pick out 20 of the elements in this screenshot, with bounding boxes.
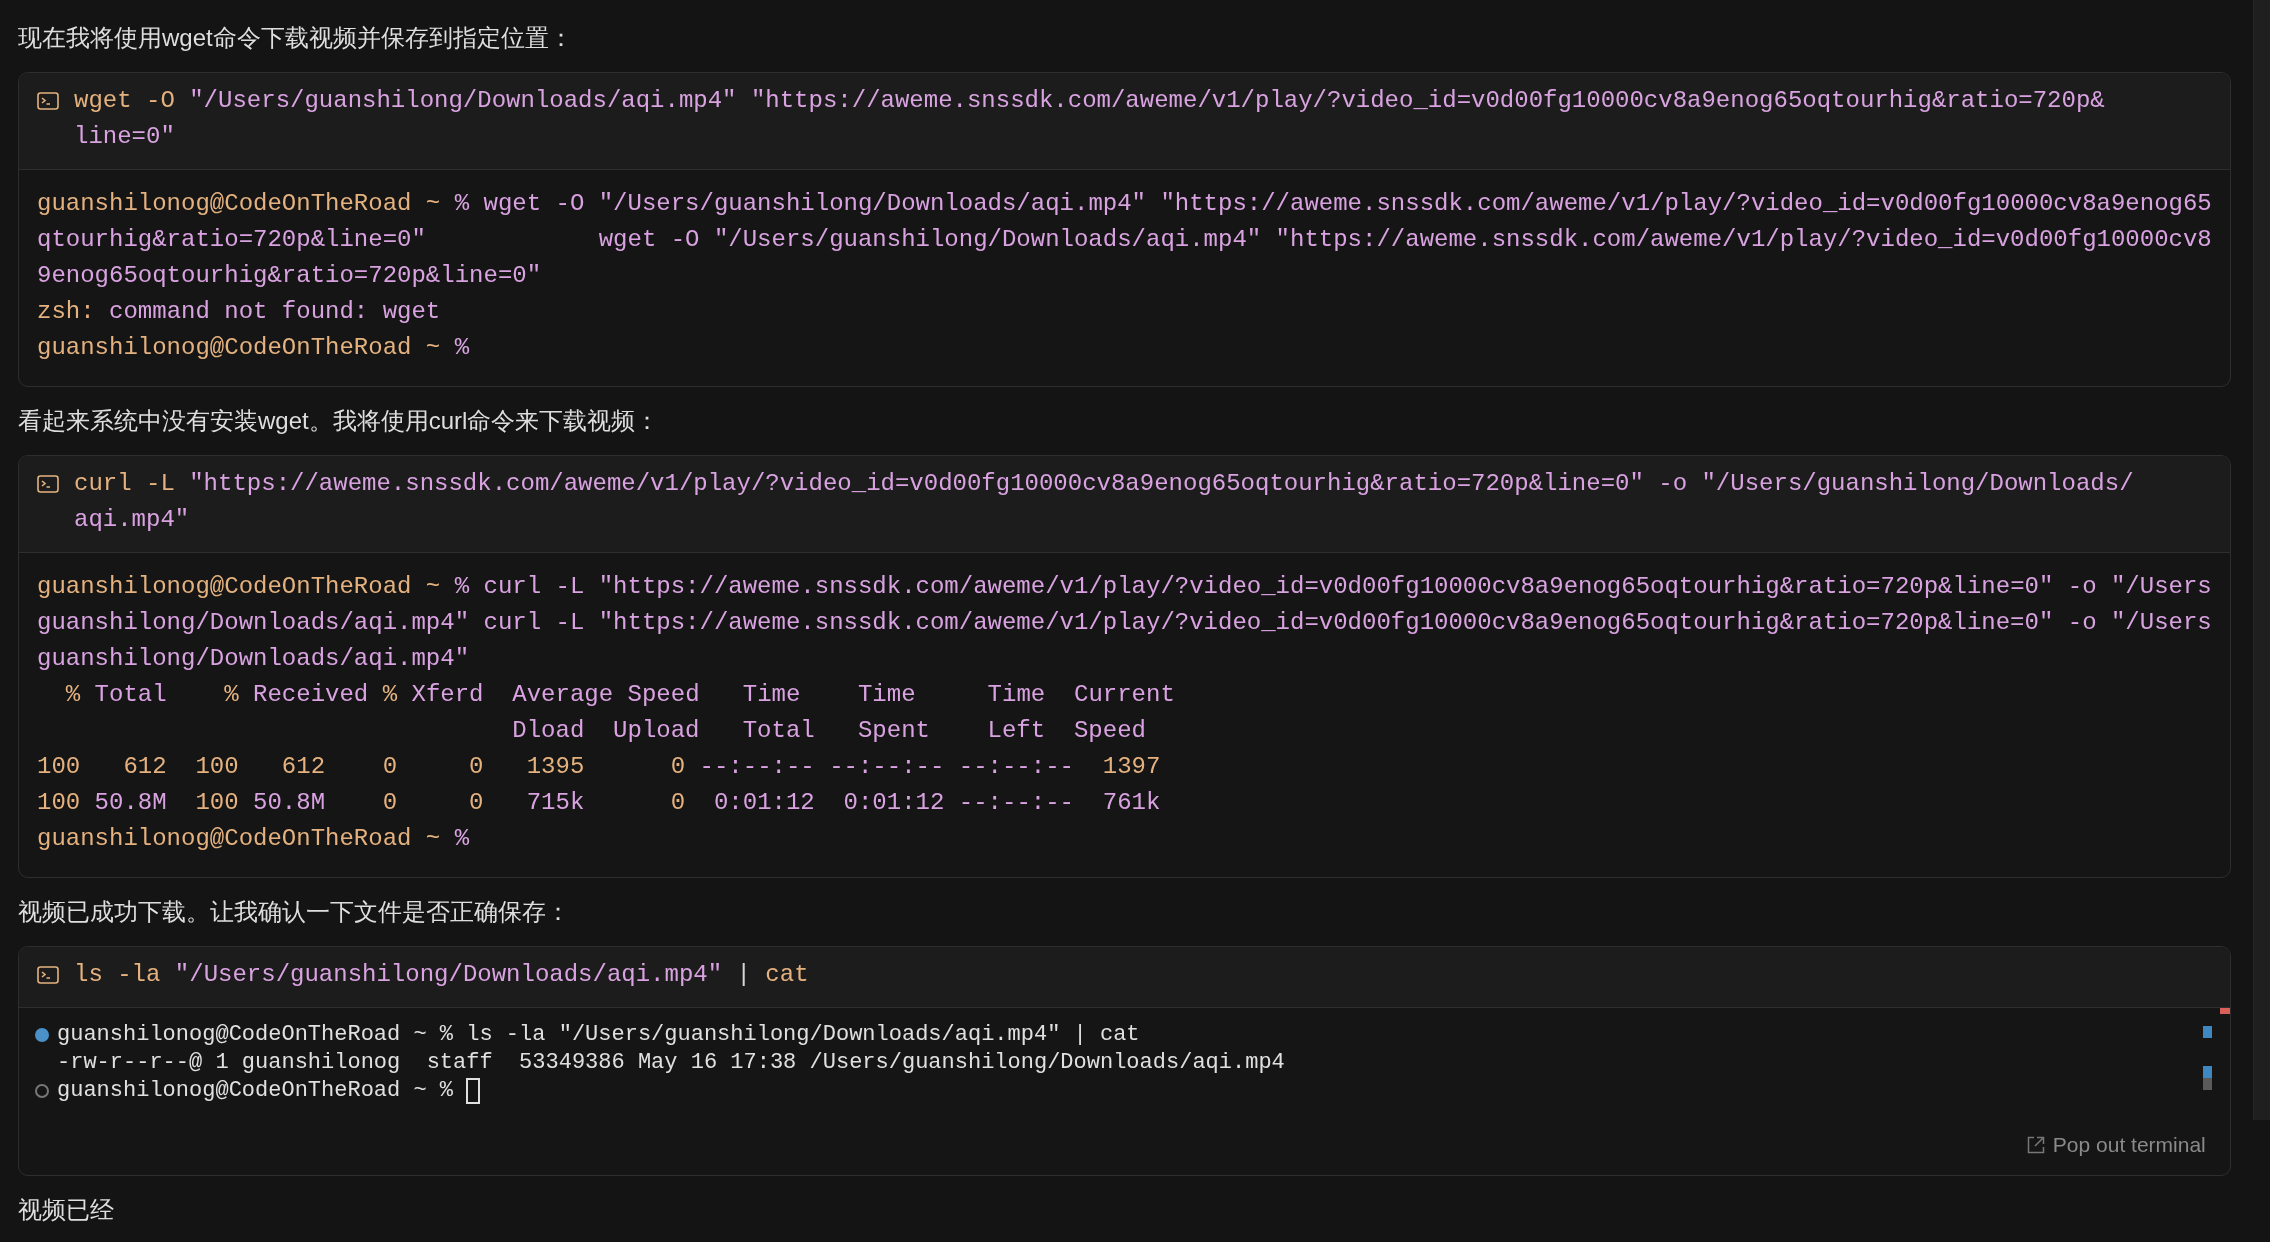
message-text: 视频已经 — [17, 1194, 115, 1225]
change-mark — [2202, 1026, 2212, 1038]
change-mark — [2202, 1066, 2212, 1090]
command-text: wget -O "/Users/guanshilong/Downloads/aqi.mp4" "https://aweme.snssdk.com/aweme/v1/play/?video_id=v0d00fg10000cv8a9enog65oqtourhig&ratio=720p& line=0" — [74, 86, 2105, 152]
message-text: 看起来系统中没有安装wget。我将使用curl命令来下载视频： — [17, 406, 661, 436]
message-text: 现在我将使用wget命令下载视频并保存到指定位置： — [17, 23, 574, 53]
message-text: 视频已成功下载。让我确认一下文件是否正确保存： — [17, 897, 571, 927]
terminal-line: guanshilonog@CodeOnTheRoad ~ % — [57, 1077, 455, 1105]
terminal-output: guanshilonog@CodeOnTheRoad ~ % curl -L "https://aweme.snssdk.com/aweme/v1/play/?video_id=v0d00fg10000cv8a9enog65oqtourhig&ratio=720p&line=0" -o "/Users guanshilong/Downloads/aqi.mp4" curl -L "https://aweme.snssdk.com/aweme/v1/play/?video_id=v0d00fg10000cv8a9enog65oqtourhig&ratio=720p&line=0" -o "/Users guanshilong/Downloads/aqi.mp4" % Total % Received % Xferd Average Speed Time Time Time Current Dload Upload Total Spent Left Speed 100 612 100 612 0 0 1395 0 --:--:-- --:--:-- --:--:-- 1397 100 50.8M 100 50.8M 0 0 715k 0 0:01:12 0:01:12 --:--:-- 761k guanshilonog@CodeOnTheRoad ~ % — [36, 572, 2213, 854]
terminal-icon — [37, 475, 59, 493]
external-link-icon — [2026, 1135, 2045, 1154]
terminal-icon — [37, 92, 59, 110]
terminal-output: guanshilonog@CodeOnTheRoad ~ % wget -O "/Users/guanshilong/Downloads/aqi.mp4" "https://aweme.snssdk.com/aweme/v1/play/?video_id=v0d00fg10000cv8a9enog65 qtourhig&ratio=720p&line=0" wget -O "/Users/guanshilong/Downloads/aqi.mp4" "https://aweme.snssdk.com/aweme/v1/play/?video_id=v0d00fg10000cv8 9enog65oqtourhig&ratio=720p&line=0" zsh: command not found: wget guanshilonog@CodeOnTheRoad ~ % — [36, 189, 2213, 363]
terminal-line: -rw-r--r--@ 1 guanshilonog staff 53349386 May 16 17:38 /Users/guanshilong/Downloads/aqi.mp4 — [57, 1049, 1285, 1077]
pop-out-terminal-button[interactable]: Pop out terminal — [2026, 1129, 2206, 1161]
command-text: ls -la "/Users/guanshilong/Downloads/aqi.mp4" | cat — [74, 960, 809, 990]
terminal-icon — [37, 966, 59, 984]
terminal-line: guanshilonog@CodeOnTheRoad ~ % ls -la "/Users/guanshilong/Downloads/aqi.mp4" | cat — [57, 1021, 1140, 1049]
command-text: curl -L "https://aweme.snssdk.com/aweme/v1/play/?video_id=v0d00fg10000cv8a9enog65oqtourhig&ratio=720p&line=0" -o "/Users/guanshilong/Downloads/ aqi.mp4" — [74, 469, 2134, 535]
error-mark — [2219, 1008, 2230, 1014]
